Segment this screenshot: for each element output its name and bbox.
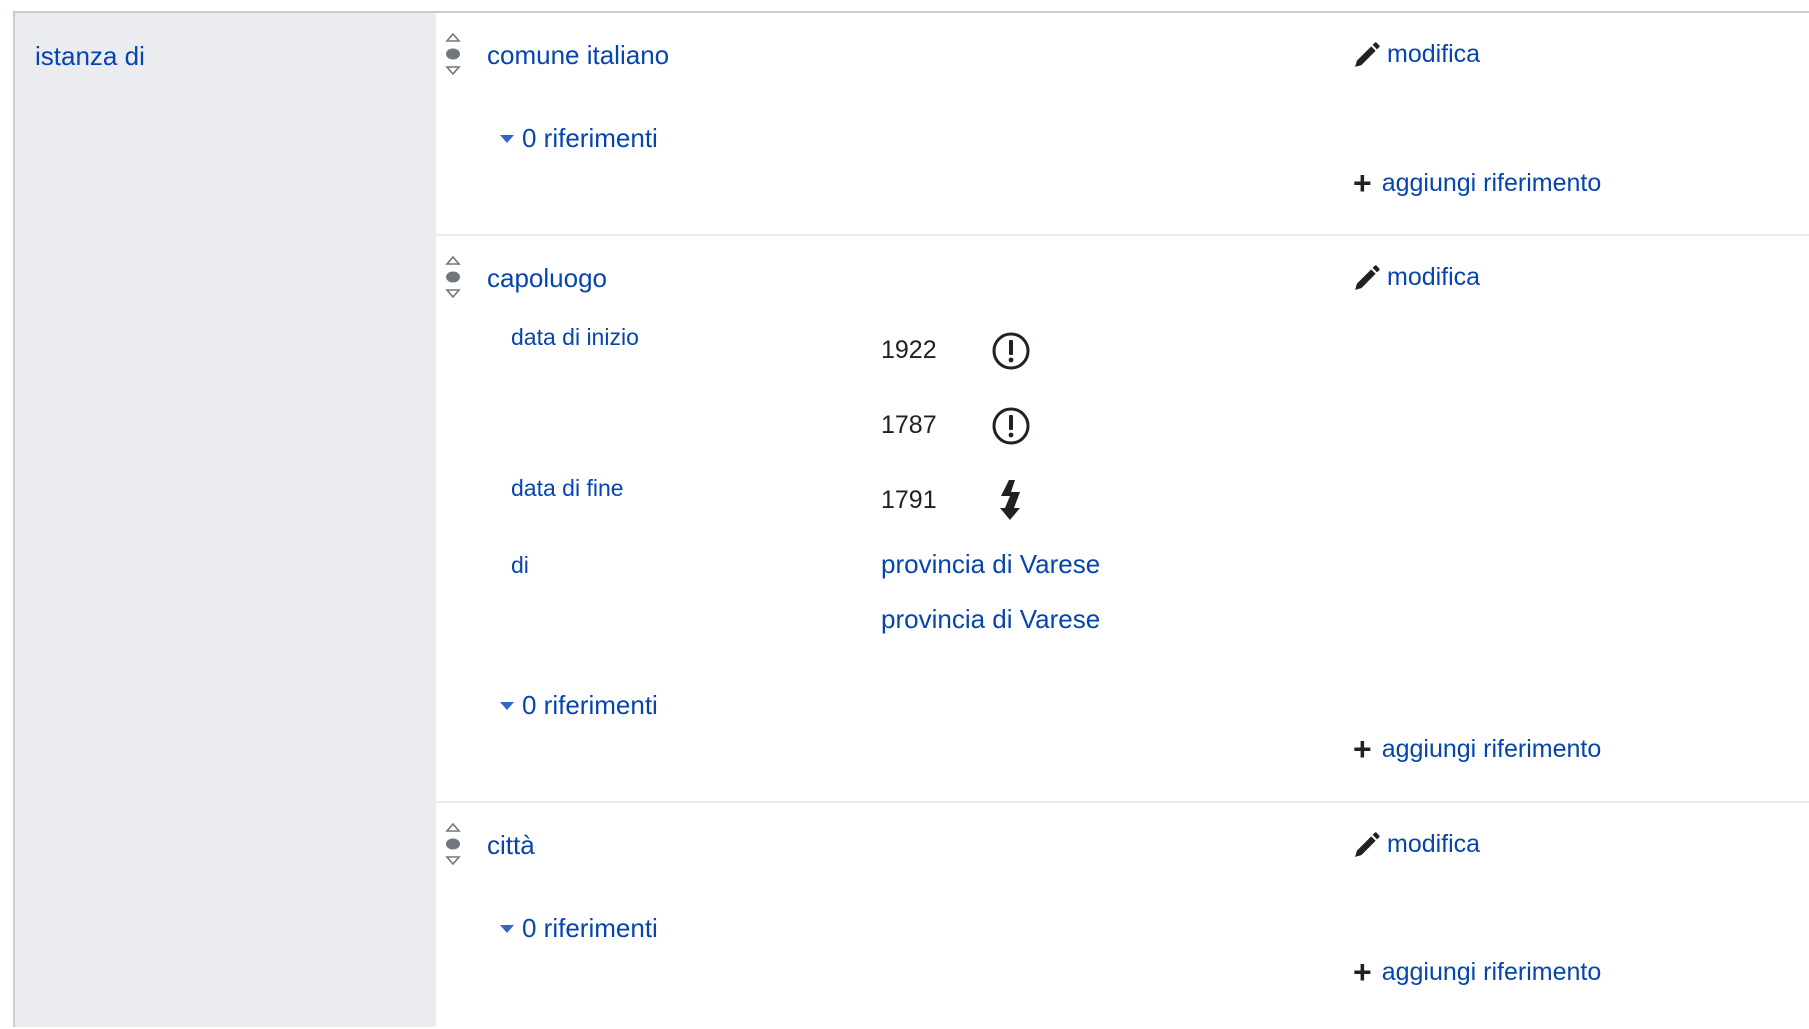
qualifier-property-di[interactable]: di xyxy=(511,552,529,579)
statement-value-link[interactable]: capoluogo xyxy=(487,263,607,294)
add-reference-button[interactable]: + aggiungi riferimento xyxy=(1353,733,1601,765)
property-label-link[interactable]: istanza di xyxy=(35,41,145,72)
statement-group: istanza di comune italiano modifica 0 ri… xyxy=(13,11,1809,1029)
pencil-icon xyxy=(1355,264,1380,290)
references-label: 0 riferimenti xyxy=(522,123,658,153)
add-reference-button[interactable]: + aggiungi riferimento xyxy=(1353,956,1601,988)
add-reference-label: aggiungi riferimento xyxy=(1381,957,1602,986)
statement-capoluogo: capoluogo modifica data di inizio 1922 1… xyxy=(436,236,1809,803)
add-reference-label: aggiungi riferimento xyxy=(1381,168,1602,197)
references-toggle[interactable]: 0 riferimenti xyxy=(500,913,658,944)
edit-label: modifica xyxy=(1387,263,1481,291)
statement-comune-italiano: comune italiano modifica 0 riferimenti +… xyxy=(436,13,1809,236)
edit-label: modifica xyxy=(1387,40,1481,68)
property-column: istanza di xyxy=(15,13,436,1027)
references-toggle[interactable]: 0 riferimenti xyxy=(500,690,658,721)
references-label: 0 riferimenti xyxy=(522,913,658,943)
pencil-icon xyxy=(1355,831,1380,857)
qualifier-value-1787: 1787 xyxy=(881,411,937,439)
plus-icon: + xyxy=(1353,731,1372,767)
triangle-down-icon xyxy=(500,701,514,710)
statement-value-link[interactable]: città xyxy=(487,830,535,861)
rank-selector-icon[interactable] xyxy=(444,823,462,865)
statement-value-link[interactable]: comune italiano xyxy=(487,40,669,71)
add-reference-button[interactable]: + aggiungi riferimento xyxy=(1353,167,1601,199)
references-label: 0 riferimenti xyxy=(522,690,658,720)
edit-button[interactable]: modifica xyxy=(1353,40,1480,69)
plus-icon: + xyxy=(1353,954,1372,990)
qualifier-value-1922: 1922 xyxy=(881,336,937,364)
qualifier-property-start-date[interactable]: data di inizio xyxy=(511,324,639,351)
qualifier-value-1791: 1791 xyxy=(881,486,937,514)
qualifier-property-end-date[interactable]: data di fine xyxy=(511,475,624,502)
rank-selector-icon[interactable] xyxy=(444,33,462,75)
statement-citta: città modifica 0 riferimenti + aggiungi … xyxy=(436,803,1809,1029)
triangle-down-icon xyxy=(500,134,514,143)
plus-icon: + xyxy=(1353,165,1372,201)
edit-button[interactable]: modifica xyxy=(1353,263,1480,292)
qualifier-value-link[interactable]: provincia di Varese xyxy=(881,604,1100,635)
exclamation-circle-icon[interactable] xyxy=(991,331,1031,371)
rank-selector-icon[interactable] xyxy=(444,256,462,298)
triangle-down-icon xyxy=(500,924,514,933)
exclamation-circle-icon[interactable] xyxy=(991,406,1031,446)
pencil-icon xyxy=(1355,41,1380,67)
edit-button[interactable]: modifica xyxy=(1353,830,1480,859)
add-reference-label: aggiungi riferimento xyxy=(1381,734,1602,763)
references-toggle[interactable]: 0 riferimenti xyxy=(500,123,658,154)
qualifier-value-link[interactable]: provincia di Varese xyxy=(881,549,1100,580)
lightning-icon[interactable] xyxy=(996,478,1026,522)
edit-label: modifica xyxy=(1387,830,1481,858)
